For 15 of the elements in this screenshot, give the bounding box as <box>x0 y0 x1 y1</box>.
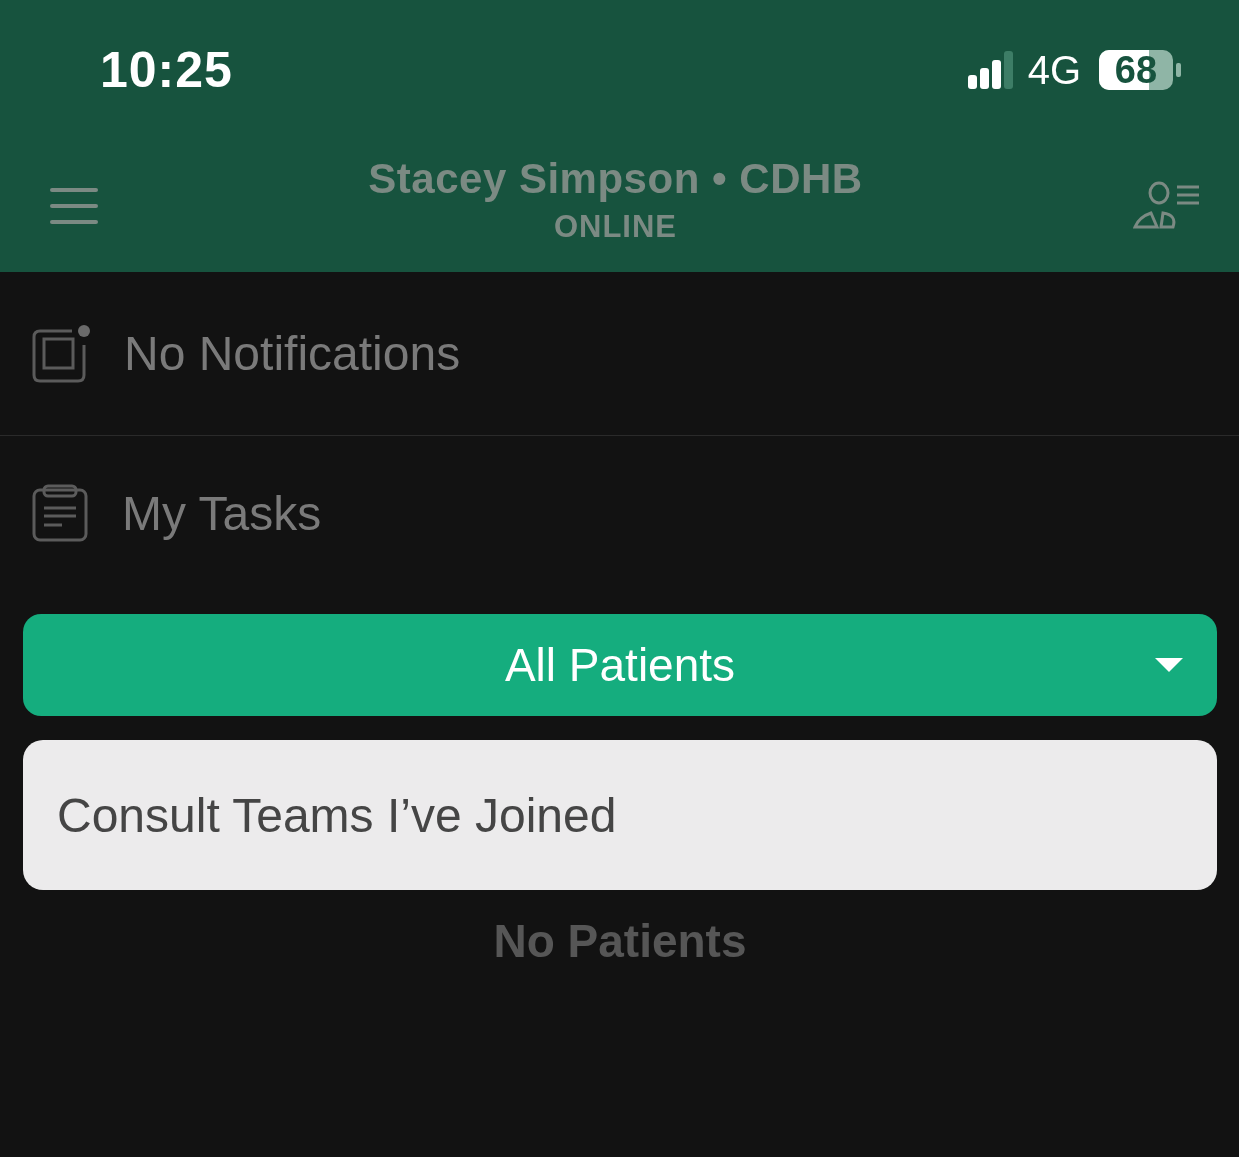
menu-icon[interactable] <box>50 188 98 224</box>
clipboard-icon <box>32 484 88 542</box>
connection-status: ONLINE <box>553 209 678 245</box>
tasks-row[interactable]: My Tasks <box>0 435 1239 590</box>
network-type: 4G <box>1027 47 1081 93</box>
header-title: Stacey Simpson • CDHB <box>368 155 863 203</box>
caret-icon <box>1155 658 1183 672</box>
notification-icon <box>32 324 90 383</box>
signal-icon <box>967 51 1014 89</box>
empty-message: No Patients <box>492 914 748 968</box>
person-list-icon[interactable] <box>1133 181 1201 231</box>
dropdown-option[interactable]: Consult Teams I’ve Joined <box>23 740 1217 890</box>
clock: 10:25 <box>100 41 234 99</box>
all-patients-dropdown[interactable]: All Patients <box>23 614 1217 716</box>
notifications-row[interactable]: No Notifications <box>0 272 1239 435</box>
